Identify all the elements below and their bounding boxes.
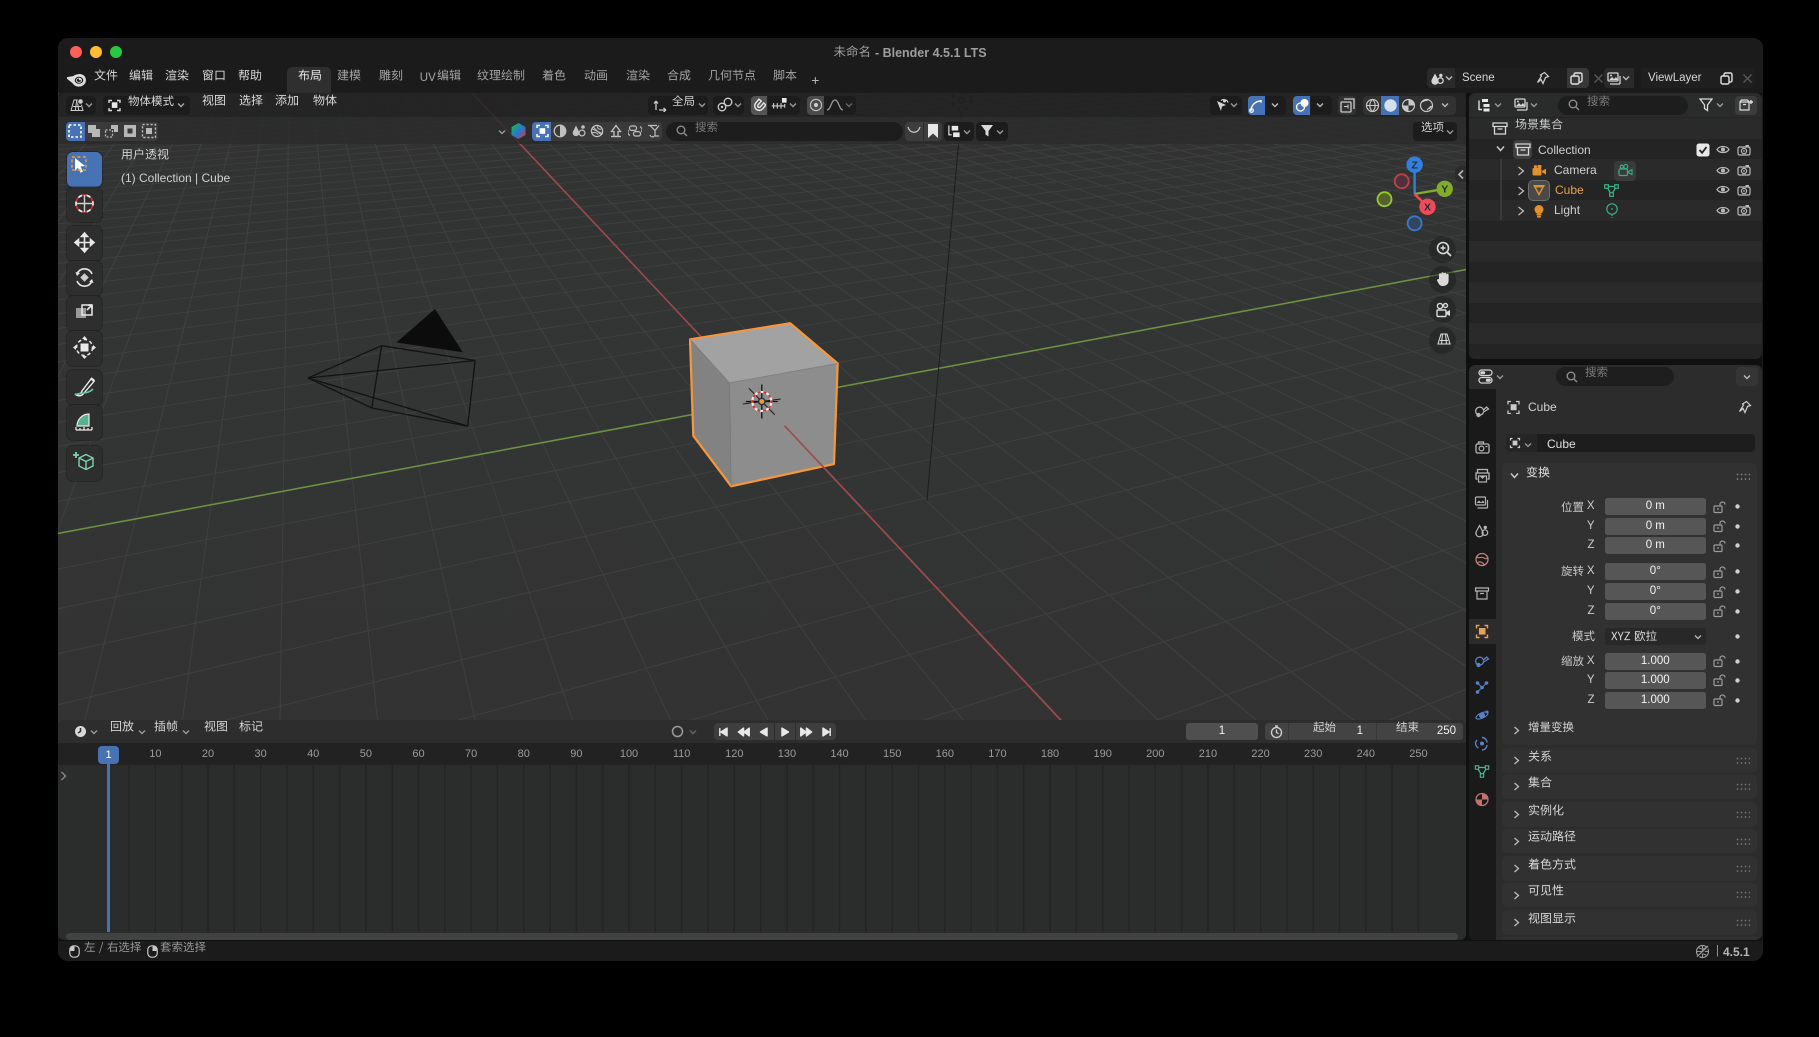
svg-text:Z: Z: [1411, 159, 1418, 171]
svg-text:Y: Y: [1441, 183, 1448, 195]
svg-text:X: X: [1424, 201, 1431, 213]
